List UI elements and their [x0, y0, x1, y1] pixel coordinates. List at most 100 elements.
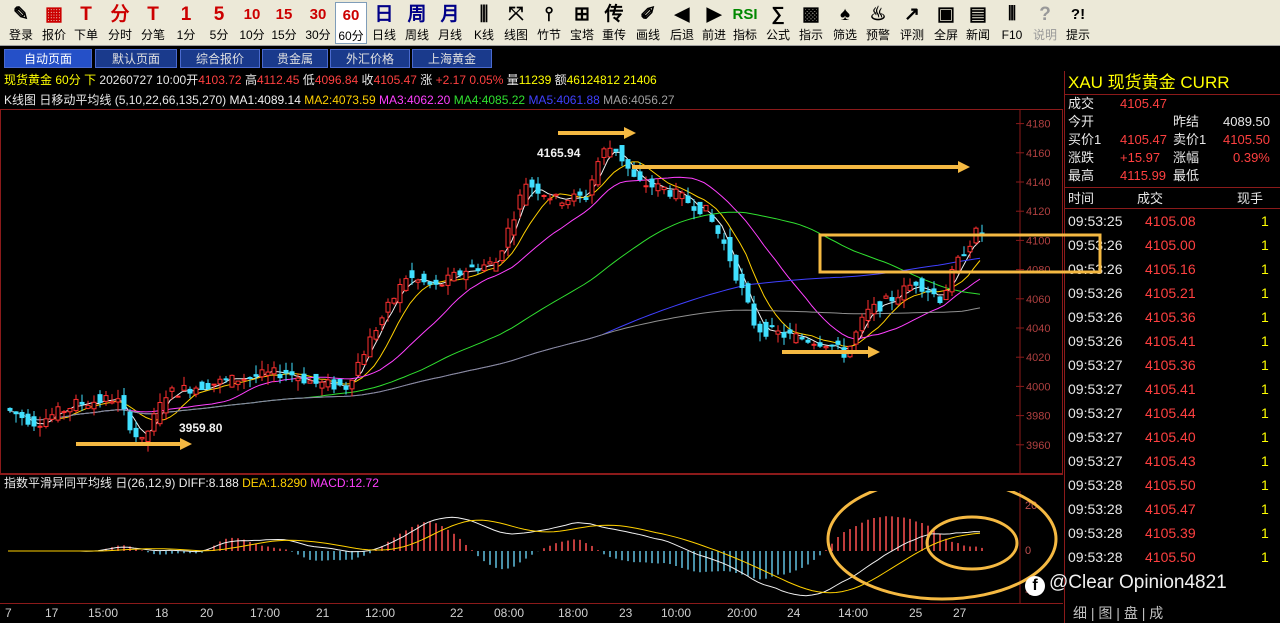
macd-legend-line: 指数平滑异同平均线 日(26,12,9) DIFF:8.188 DEA:1.82…	[0, 474, 1063, 491]
candle-body	[469, 264, 475, 268]
toolbar-linechart-button[interactable]: ⤧ 线图	[500, 2, 532, 44]
kline-chart[interactable]: 3960 3980 4000 4020 4040 4060 4080 4100 4120 4140…	[0, 109, 1063, 474]
toolbar-5min-button[interactable]: 5 5分	[203, 2, 235, 44]
toolbar: ✎ 登录 ▦ 报价 T 下单分分时 T 分笔 1 1分 5 5分 10 10分 15 15分 30 30分 60 60…	[0, 0, 1280, 46]
toolbar-60min-button[interactable]: 60 60分	[335, 2, 367, 44]
toolbar-help-disabled-icon: ?	[1039, 4, 1051, 25]
tick-volume: 1	[1261, 381, 1269, 397]
toolbar-forward-button[interactable]: ▶ 前进	[698, 2, 730, 44]
tab-0[interactable]: 自动页面	[4, 49, 92, 68]
tab-5[interactable]: 上海黄金	[412, 49, 492, 68]
toolbar-kline-button[interactable]: ⫼ K线	[468, 2, 500, 44]
ma2-value: MA2:4073.59	[304, 93, 376, 107]
candle-body	[277, 373, 283, 379]
toolbar-login-button[interactable]: ✎ 登录	[5, 2, 37, 44]
toolbar-alert-button[interactable]: ♨ 预警	[862, 2, 894, 44]
tick-volume: 1	[1261, 549, 1269, 565]
toolbar-tips-button[interactable]: ?! 提示	[1062, 2, 1094, 44]
macd-checkbox[interactable]: 日	[115, 476, 127, 490]
tick-time: 09:53:27	[1068, 357, 1123, 373]
change-label: 涨	[420, 73, 433, 87]
toolbar-order-button[interactable]: T 下单	[70, 2, 102, 44]
candle-body	[721, 239, 727, 244]
tab-3[interactable]: 贵金属	[262, 49, 328, 68]
today-open-label: 今开	[1068, 114, 1095, 129]
toolbar-help-disabled-button[interactable]: ? 说明	[1029, 2, 1061, 44]
candle-body	[763, 321, 769, 337]
toolbar-filter-icon: ♠	[839, 4, 851, 25]
tick-price: 4105.16	[1145, 261, 1196, 277]
toolbar-forward-label: 前进	[701, 28, 726, 42]
candle-body	[439, 284, 445, 287]
toolbar-bamboo-button[interactable]: ⫯ 竹节	[533, 2, 565, 44]
low-annotation: 3959.80	[179, 421, 223, 435]
candle-body	[577, 191, 583, 196]
toolbar-signal-button[interactable]: ▩ 指示	[795, 2, 827, 44]
toolbar-filter-label: 筛选	[832, 28, 857, 42]
toolbar-weekly-button[interactable]: 周周线	[401, 2, 433, 44]
candle-body	[739, 273, 745, 289]
tick-price: 4105.00	[1145, 237, 1196, 253]
ma-indicator-name[interactable]: 移动平均线	[51, 93, 111, 107]
toolbar-monthly-button[interactable]: 月月线	[434, 2, 466, 44]
x-axis-label: 14:00	[838, 606, 869, 620]
toolbar-weekly-icon: 周	[407, 4, 427, 25]
toolbar-15min-label: 15分	[271, 28, 297, 42]
toolbar-evaluate-button[interactable]: ↗ 评测	[896, 2, 928, 44]
ask-label: 卖价1	[1173, 132, 1207, 147]
toolbar-60min-icon: 60	[342, 7, 360, 24]
toolbar-fullscreen-button[interactable]: ▣ 全屏	[930, 2, 962, 44]
macd-chart[interactable]: 千 20 0 -20	[0, 491, 1063, 603]
macd-indicator-name[interactable]: 指数平滑异同平均线	[4, 476, 112, 490]
tab-4[interactable]: 外汇价格	[330, 49, 410, 68]
toolbar-formula-button[interactable]: ∑ 公式	[762, 2, 794, 44]
candle-body	[967, 245, 973, 253]
candle-body	[49, 414, 55, 420]
toolbar-draw-button[interactable]: ✐ 画线	[632, 2, 664, 44]
toolbar-filter-button[interactable]: ♠ 筛选	[829, 2, 861, 44]
bid-value: 4105.47	[1120, 132, 1167, 147]
toolbar-monthly-icon: 月	[440, 4, 460, 25]
candle-body	[961, 254, 967, 257]
toolbar-back-button[interactable]: ◀ 后退	[666, 2, 698, 44]
tick-row: 09:53:26 4105.41 1	[1065, 329, 1280, 353]
ma-checkbox[interactable]: 日	[39, 93, 51, 107]
change-pct: 0.05%	[469, 73, 504, 87]
candle-body	[61, 411, 67, 414]
candle-body	[523, 183, 529, 206]
toolbar-10min-button[interactable]: 10 10分	[236, 2, 268, 44]
toolbar-tower-button[interactable]: ⊞ 宝塔	[566, 2, 598, 44]
toolbar-intraday-button[interactable]: 分分时	[104, 2, 136, 44]
tab-1[interactable]: 默认页面	[95, 49, 177, 68]
toolbar-indicator-button[interactable]: RSI 指标	[729, 2, 761, 44]
toolbar-news-icon: ▤	[969, 4, 987, 25]
candle-body	[655, 183, 661, 192]
candle-body	[115, 398, 121, 403]
candle-body	[55, 406, 61, 421]
toolbar-30min-button[interactable]: 30 30分	[302, 2, 334, 44]
toolbar-daily-label: 日线	[371, 28, 396, 42]
watermark: f @Clear Opinion4821	[1025, 570, 1227, 596]
x-axis-label: 27	[953, 606, 967, 620]
toolbar-tower-label: 宝塔	[569, 28, 594, 42]
candle-body	[97, 394, 103, 403]
toolbar-news-button[interactable]: ▤ 新闻	[962, 2, 994, 44]
ticks-list[interactable]: 09:53:25 4105.08 1 09:53:26 4105.00 1 09:53:26…	[1065, 209, 1280, 569]
macd-axis-zero: 0	[1025, 545, 1031, 557]
toolbar-linechart-label: 线图	[503, 28, 528, 42]
toolbar-1min-button[interactable]: 1 1分	[170, 2, 202, 44]
x-axis-label: 12:00	[365, 606, 396, 620]
candle-body	[571, 193, 577, 202]
toolbar-ticks-button[interactable]: T 分笔	[137, 2, 169, 44]
toolbar-15min-button[interactable]: 15 15分	[268, 2, 300, 44]
low-label: 低	[302, 73, 315, 87]
toolbar-daily-button[interactable]: 日日线	[368, 2, 400, 44]
toolbar-quote-button[interactable]: ▦ 报价	[38, 2, 70, 44]
toolbar-resend-button[interactable]: 传重传	[598, 2, 630, 44]
candle-body	[481, 264, 487, 271]
toolbar-f10-button[interactable]: ⦀ F10	[996, 2, 1028, 44]
tab-2[interactable]: 综合报价	[180, 49, 260, 68]
panel-bottom-tabs[interactable]: 细 | 图 | 盘 | 成	[1065, 603, 1280, 623]
candle-body	[397, 284, 403, 304]
candle-body	[667, 190, 673, 197]
